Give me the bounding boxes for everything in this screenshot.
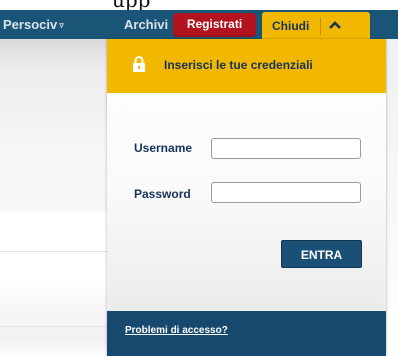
cropped-heading: upp [0, 0, 398, 10]
login-panel: Inserisci le tue credenziali Username Pa… [107, 39, 386, 356]
username-label: Username [134, 141, 193, 155]
username-input[interactable] [211, 138, 361, 159]
tab-separator [320, 17, 321, 35]
password-label: Password [134, 187, 191, 201]
nav-persociv-label: Persociv [3, 17, 58, 32]
login-submit-label: ENTRA [300, 248, 343, 262]
divider [0, 326, 107, 327]
login-submit-button[interactable]: ENTRA [281, 240, 362, 268]
register-button-label: Registrati [186, 17, 243, 31]
background-page-right [386, 39, 398, 356]
login-panel-header: Inserisci le tue credenziali [107, 39, 386, 93]
access-problems-link[interactable]: Problemi di accesso? [125, 325, 228, 336]
close-login-tab[interactable]: Chiudi [262, 12, 370, 39]
divider [0, 251, 107, 252]
login-panel-title: Inserisci le tue credenziali [164, 58, 313, 72]
background-page-left [0, 39, 107, 356]
login-panel-footer: Problemi di accesso? [107, 311, 386, 356]
nav-item-archivi[interactable]: Archivi [124, 10, 176, 39]
password-input[interactable] [211, 182, 361, 203]
caret-down-icon: ▿ [59, 20, 64, 30]
nav-item-persociv[interactable]: Persociv ▿ [3, 10, 64, 39]
chevron-up-icon[interactable] [325, 15, 345, 35]
cropped-heading-text: upp [112, 0, 151, 10]
close-login-label: Chiudi [272, 19, 310, 33]
register-button[interactable]: Registrati [173, 13, 256, 37]
lock-icon [133, 56, 145, 72]
nav-archivi-label: Archivi [124, 17, 169, 32]
